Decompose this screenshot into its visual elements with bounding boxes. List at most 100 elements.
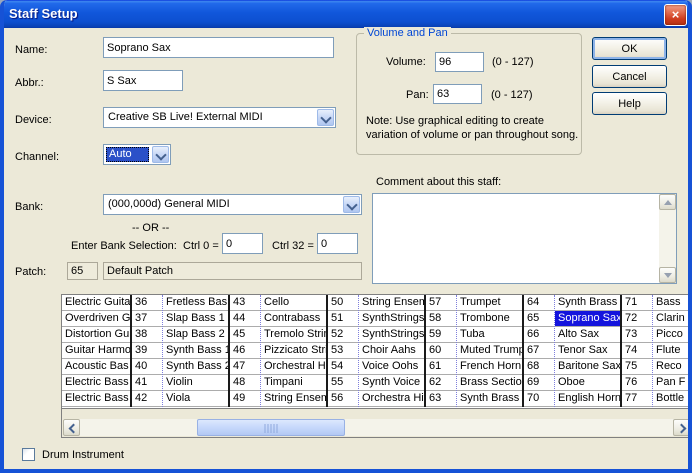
patch-name-cell[interactable]: Cello <box>261 295 326 311</box>
patch-name-cell[interactable]: Distortion Gui <box>62 327 130 343</box>
patch-name-cell[interactable]: Overdriven G <box>62 311 130 327</box>
patch-number-cell[interactable]: 48 <box>230 375 260 391</box>
patch-number-cell[interactable]: 57 <box>426 295 456 311</box>
patch-number-cell[interactable]: 58 <box>426 311 456 327</box>
patch-number-cell[interactable]: 73 <box>622 327 652 343</box>
patch-name-cell[interactable]: Picco <box>653 327 691 343</box>
patch-name-cell[interactable]: Pizzicato Stri <box>261 343 326 359</box>
patch-number-cell[interactable]: 42 <box>132 391 162 407</box>
patch-number-cell[interactable]: 40 <box>132 359 162 375</box>
patch-number-cell[interactable]: 65 <box>524 311 554 327</box>
title-bar[interactable]: Staff Setup × <box>0 0 692 28</box>
patch-number-cell[interactable]: 51 <box>328 311 358 327</box>
patch-number-cell[interactable]: 53 <box>328 343 358 359</box>
patch-name-cell[interactable]: Slap Bass 1 <box>163 311 228 327</box>
patch-number-cell[interactable]: 77 <box>622 391 652 407</box>
scroll-right-button[interactable] <box>673 419 690 436</box>
patch-name-cell[interactable]: Trombone <box>457 311 522 327</box>
ctrl0-input[interactable] <box>222 233 263 254</box>
patch-number-cell[interactable]: 47 <box>230 359 260 375</box>
patch-name-cell[interactable]: Tremolo Strin <box>261 327 326 343</box>
patch-number-cell[interactable]: 76 <box>622 375 652 391</box>
patch-number-cell[interactable]: 67 <box>524 343 554 359</box>
patch-name-cell[interactable]: String Ensem <box>359 295 424 311</box>
device-combobox[interactable]: Creative SB Live! External MIDI <box>103 107 336 128</box>
patch-number-cell[interactable]: 50 <box>328 295 358 311</box>
patch-number-cell[interactable]: 37 <box>132 311 162 327</box>
name-input[interactable] <box>103 37 334 58</box>
patch-name-cell[interactable]: Electric Bass <box>62 391 130 407</box>
scroll-down-button[interactable] <box>659 267 676 283</box>
bank-dropdown-button[interactable] <box>343 196 360 213</box>
patch-table-horizontal-scrollbar[interactable] <box>63 419 690 436</box>
scrollbar-thumb[interactable] <box>197 419 345 436</box>
patch-name-cell[interactable]: Choir Aahs <box>359 343 424 359</box>
patch-number-cell[interactable]: 54 <box>328 359 358 375</box>
patch-number-cell[interactable]: 72 <box>622 311 652 327</box>
volume-input[interactable] <box>435 52 484 72</box>
patch-name-cell[interactable]: Bass <box>653 295 691 311</box>
patch-name-cell[interactable]: Baritone Sax <box>555 359 620 375</box>
patch-number-cell[interactable]: 56 <box>328 391 358 407</box>
patch-number-cell[interactable]: 49 <box>230 391 260 407</box>
patch-number-cell[interactable]: 71 <box>622 295 652 311</box>
patch-name-cell[interactable]: Flute <box>653 343 691 359</box>
patch-name-cell[interactable]: SynthStrings <box>359 327 424 343</box>
patch-number-cell[interactable]: 55 <box>328 375 358 391</box>
bank-combobox[interactable]: (000,000d) General MIDI <box>103 194 362 215</box>
patch-name-cell[interactable]: Synth Bass 2 <box>163 359 228 375</box>
patch-number-cell[interactable]: 69 <box>524 375 554 391</box>
patch-name-cell[interactable]: Voice Oohs <box>359 359 424 375</box>
patch-name-cell[interactable]: Orchestra Hit <box>359 391 424 407</box>
patch-number-cell[interactable]: 41 <box>132 375 162 391</box>
patch-name-cell[interactable]: Alto Sax <box>555 327 620 343</box>
scroll-up-button[interactable] <box>659 194 676 210</box>
patch-name-cell[interactable]: SynthStrings <box>359 311 424 327</box>
patch-number-cell[interactable]: 43 <box>230 295 260 311</box>
patch-name-cell[interactable]: Reco <box>653 359 691 375</box>
comment-vertical-scrollbar[interactable] <box>659 194 676 283</box>
pan-input[interactable] <box>433 84 482 104</box>
patch-name-cell[interactable]: Violin <box>163 375 228 391</box>
patch-name-cell[interactable]: Electric Bass <box>62 375 130 391</box>
patch-number-cell[interactable]: 61 <box>426 359 456 375</box>
patch-number-cell[interactable]: 36 <box>132 295 162 311</box>
patch-name-cell[interactable]: Fretless Bas <box>163 295 228 311</box>
patch-name-cell[interactable]: Contrabass <box>261 311 326 327</box>
ok-button[interactable]: OK <box>592 37 667 60</box>
abbr-input[interactable] <box>103 70 183 91</box>
help-button[interactable]: Help <box>592 92 667 115</box>
patch-name-cell[interactable]: Trumpet <box>457 295 522 311</box>
patch-name-cell[interactable]: Timpani <box>261 375 326 391</box>
patch-number-cell[interactable]: 64 <box>524 295 554 311</box>
patch-name-cell[interactable]: Guitar Harmo <box>62 343 130 359</box>
patch-number-cell[interactable]: 44 <box>230 311 260 327</box>
patch-number-cell[interactable]: 45 <box>230 327 260 343</box>
patch-name-cell[interactable]: Viola <box>163 391 228 407</box>
patch-number-cell[interactable]: 46 <box>230 343 260 359</box>
patch-name-cell[interactable]: Synth Brass <box>457 391 522 407</box>
patch-name-cell[interactable]: Tenor Sax <box>555 343 620 359</box>
channel-combobox[interactable]: Auto <box>103 144 171 165</box>
patch-number-cell[interactable]: 74 <box>622 343 652 359</box>
patch-name-cell[interactable]: Clarin <box>653 311 691 327</box>
patch-name-cell[interactable]: Soprano Sax <box>555 311 620 327</box>
patch-number-cell[interactable]: 52 <box>328 327 358 343</box>
patch-number-cell[interactable]: 63 <box>426 391 456 407</box>
patch-name-cell[interactable]: Acoustic Bas <box>62 359 130 375</box>
patch-name-cell[interactable]: Bottle <box>653 391 691 407</box>
patch-number-cell[interactable]: 59 <box>426 327 456 343</box>
patch-name-cell[interactable]: Brass Sectio <box>457 375 522 391</box>
patch-number-cell[interactable]: 62 <box>426 375 456 391</box>
patch-name-cell[interactable]: French Horn <box>457 359 522 375</box>
patch-number-cell[interactable]: 75 <box>622 359 652 375</box>
patch-name-cell[interactable]: Oboe <box>555 375 620 391</box>
patch-number-cell[interactable]: 38 <box>132 327 162 343</box>
patch-name-cell[interactable]: Orchestral H <box>261 359 326 375</box>
patch-number-cell[interactable]: 70 <box>524 391 554 407</box>
patch-name-cell[interactable]: Tuba <box>457 327 522 343</box>
patch-number-cell[interactable]: 68 <box>524 359 554 375</box>
patch-name-cell[interactable]: Electric Guita <box>62 295 130 311</box>
channel-dropdown-button[interactable] <box>152 146 169 163</box>
patch-name-cell[interactable]: Synth Bass 1 <box>163 343 228 359</box>
